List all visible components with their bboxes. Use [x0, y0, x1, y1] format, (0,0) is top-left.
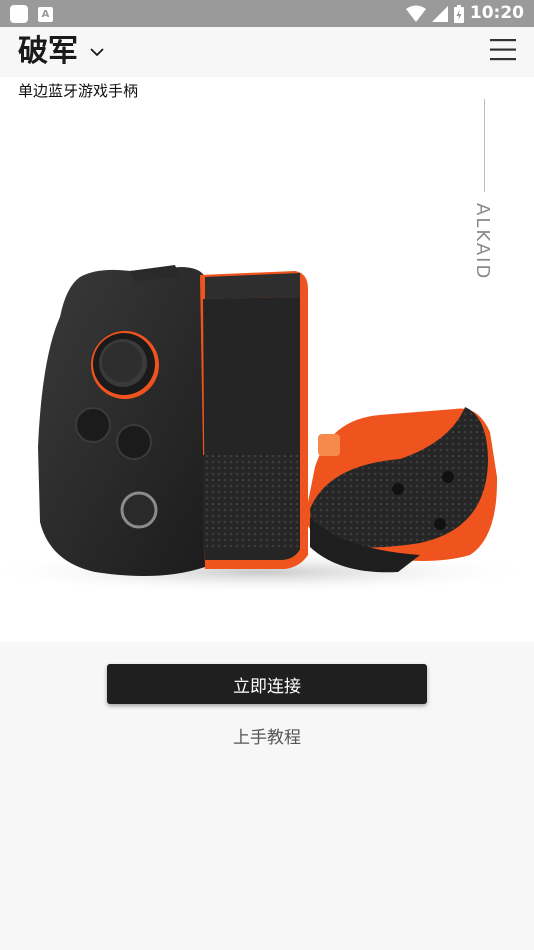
a-store-icon: A: [38, 6, 53, 22]
device-selector[interactable]: 破军: [18, 33, 104, 71]
menu-button[interactable]: [490, 39, 516, 61]
hero-subtitle: 单边蓝牙游戏手柄: [18, 82, 139, 100]
brand-divider: [484, 99, 485, 192]
tutorial-link[interactable]: 上手教程: [0, 723, 534, 748]
page-title: 破军: [18, 34, 78, 69]
wifi-icon: [405, 5, 426, 22]
hamburger-menu-icon: [490, 39, 516, 61]
gamepad-product-image: [0, 265, 534, 594]
app-header: 破军: [0, 27, 534, 77]
system-status: 10:20: [405, 2, 524, 25]
battery-icon: [453, 4, 464, 23]
notification-icons: A: [10, 5, 53, 23]
app-notification-icon: [10, 5, 28, 23]
chevron-down-icon: [90, 47, 104, 56]
hero-banner: 单边蓝牙游戏手柄 ALKAID: [0, 77, 534, 642]
status-time: 10:20: [469, 3, 524, 23]
connect-button[interactable]: 立即连接: [107, 664, 427, 704]
status-bar: A 10:20: [0, 0, 534, 27]
cell-signal-icon: [431, 5, 448, 22]
